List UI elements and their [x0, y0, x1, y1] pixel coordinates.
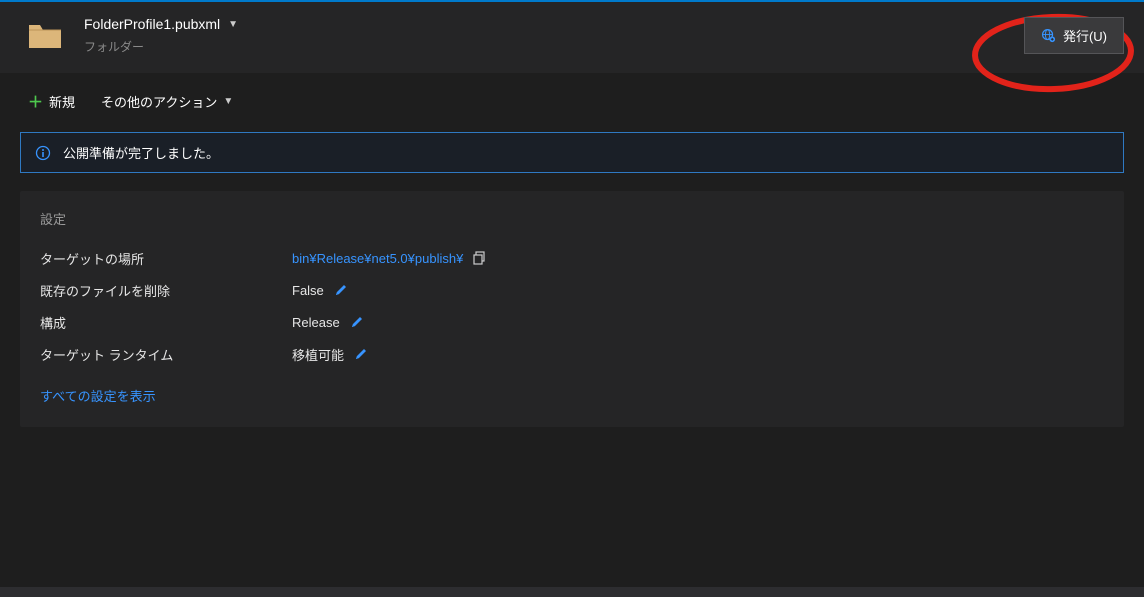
status-message: 公開準備が完了しました。	[63, 143, 219, 162]
setting-value-text: Release	[292, 315, 340, 330]
setting-row: ターゲット ランタイム移植可能	[40, 340, 1104, 368]
publish-button-label: 発行(U)	[1063, 26, 1107, 45]
setting-label: ターゲットの場所	[40, 249, 292, 268]
setting-label: ターゲット ランタイム	[40, 345, 292, 364]
setting-value: bin¥Release¥net5.0¥publish¥	[292, 251, 487, 266]
plus-icon: ＋	[28, 91, 43, 112]
setting-row: 構成Release	[40, 308, 1104, 336]
edit-pencil-icon[interactable]	[334, 283, 348, 297]
caret-down-icon: ▼	[228, 19, 238, 30]
setting-row: ターゲットの場所bin¥Release¥net5.0¥publish¥	[40, 244, 1104, 272]
publish-button[interactable]: 発行(U)	[1024, 17, 1124, 54]
settings-title: 設定	[40, 209, 1104, 228]
setting-label: 既存のファイルを削除	[40, 281, 292, 300]
globe-publish-icon	[1041, 28, 1056, 43]
action-row: ＋ 新規 その他のアクション ▼	[0, 73, 1144, 126]
new-button[interactable]: ＋ 新規	[28, 91, 75, 112]
setting-row: 既存のファイルを削除False	[40, 276, 1104, 304]
setting-value-text: 移植可能	[292, 345, 344, 364]
folder-icon	[28, 22, 62, 50]
profile-block: FolderProfile1.pubxml ▼ フォルダー	[84, 16, 238, 55]
setting-value: 移植可能	[292, 345, 368, 364]
copy-icon[interactable]	[473, 251, 487, 265]
new-button-label: 新規	[49, 92, 75, 111]
bottom-bar	[0, 587, 1144, 597]
profile-dropdown[interactable]: FolderProfile1.pubxml ▼	[84, 16, 238, 32]
info-icon	[35, 145, 51, 161]
caret-down-icon: ▼	[223, 96, 233, 107]
edit-pencil-icon[interactable]	[354, 347, 368, 361]
more-actions-label: その他のアクション	[101, 92, 217, 111]
status-banner: 公開準備が完了しました。	[20, 132, 1124, 173]
setting-label: 構成	[40, 313, 292, 332]
setting-value: False	[292, 283, 348, 298]
setting-value-link[interactable]: bin¥Release¥net5.0¥publish¥	[292, 251, 463, 266]
setting-value-text: False	[292, 283, 324, 298]
profile-type-label: フォルダー	[84, 38, 238, 55]
edit-pencil-icon[interactable]	[350, 315, 364, 329]
header-bar: FolderProfile1.pubxml ▼ フォルダー 発行(U)	[0, 2, 1144, 73]
profile-name: FolderProfile1.pubxml	[84, 16, 220, 32]
settings-panel: 設定 ターゲットの場所bin¥Release¥net5.0¥publish¥既存…	[20, 191, 1124, 427]
setting-value: Release	[292, 315, 364, 330]
show-all-settings-link[interactable]: すべての設定を表示	[40, 386, 156, 405]
more-actions-dropdown[interactable]: その他のアクション ▼	[101, 92, 233, 111]
